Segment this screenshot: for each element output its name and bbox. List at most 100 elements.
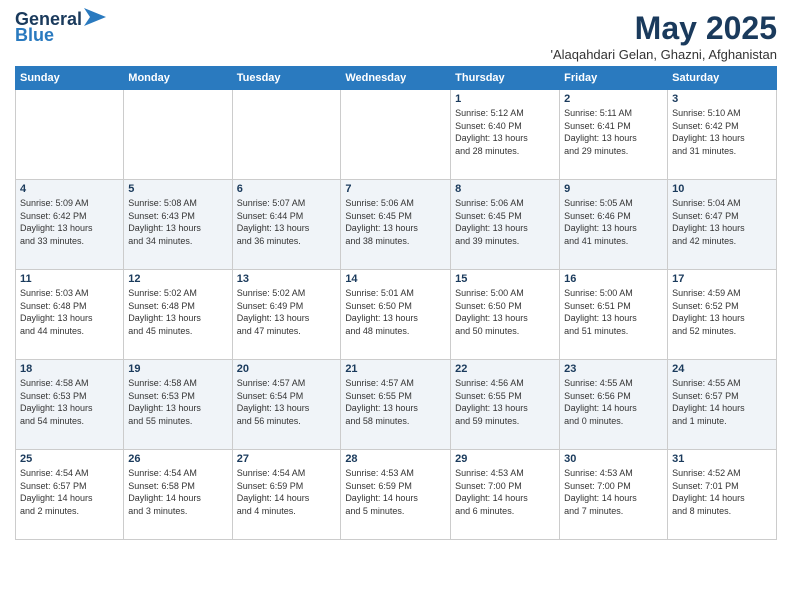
day-number: 23 bbox=[564, 363, 663, 375]
page-header: General Blue May 2025 'Alaqahdari Gelan,… bbox=[15, 10, 777, 62]
day-info: Sunrise: 5:02 AMSunset: 6:49 PMDaylight:… bbox=[237, 287, 337, 337]
day-info: Sunrise: 4:56 AMSunset: 6:55 PMDaylight:… bbox=[455, 377, 555, 427]
day-info: Sunrise: 4:54 AMSunset: 6:57 PMDaylight:… bbox=[20, 467, 119, 517]
day-info: Sunrise: 5:04 AMSunset: 6:47 PMDaylight:… bbox=[672, 197, 772, 247]
day-info: Sunrise: 5:03 AMSunset: 6:48 PMDaylight:… bbox=[20, 287, 119, 337]
day-cell: 8Sunrise: 5:06 AMSunset: 6:45 PMDaylight… bbox=[451, 180, 560, 270]
day-cell: 19Sunrise: 4:58 AMSunset: 6:53 PMDayligh… bbox=[124, 360, 232, 450]
day-number: 3 bbox=[672, 93, 772, 105]
day-cell: 31 Sunrise: 4:52 AMSunset: 7:01 PMDayligh… bbox=[668, 450, 777, 540]
weekday-header-row: SundayMondayTuesdayWednesdayThursdayFrid… bbox=[16, 67, 777, 90]
day-number: 28 bbox=[345, 453, 446, 465]
day-number: 11 bbox=[20, 273, 119, 285]
weekday-header-friday: Friday bbox=[560, 67, 668, 90]
day-number: 13 bbox=[237, 273, 337, 285]
day-number: 24 bbox=[672, 363, 772, 375]
day-number: 16 bbox=[564, 273, 663, 285]
day-cell: 15Sunrise: 5:00 AMSunset: 6:50 PMDayligh… bbox=[451, 270, 560, 360]
day-cell: 17Sunrise: 4:59 AMSunset: 6:52 PMDayligh… bbox=[668, 270, 777, 360]
day-info: Sunrise: 5:06 AMSunset: 6:45 PMDaylight:… bbox=[345, 197, 446, 247]
day-info: Sunrise: 5:07 AMSunset: 6:44 PMDaylight:… bbox=[237, 197, 337, 247]
day-cell: 21 Sunrise: 4:57 AMSunset: 6:55 PMDayligh… bbox=[341, 360, 451, 450]
day-cell: 16 Sunrise: 5:00 AMSunset: 6:51 PMDayligh… bbox=[560, 270, 668, 360]
day-info: Sunrise: 4:53 AMSunset: 6:59 PMDaylight:… bbox=[345, 467, 446, 517]
day-cell: 28 Sunrise: 4:53 AMSunset: 6:59 PMDayligh… bbox=[341, 450, 451, 540]
day-cell: 27 Sunrise: 4:54 AMSunset: 6:59 PMDayligh… bbox=[232, 450, 341, 540]
day-cell: 30 Sunrise: 4:53 AMSunset: 7:00 PMDayligh… bbox=[560, 450, 668, 540]
week-row-3: 11 Sunrise: 5:03 AMSunset: 6:48 PMDayligh… bbox=[16, 270, 777, 360]
weekday-header-monday: Monday bbox=[124, 67, 232, 90]
week-row-5: 25 Sunrise: 4:54 AMSunset: 6:57 PMDayligh… bbox=[16, 450, 777, 540]
location-subtitle: 'Alaqahdari Gelan, Ghazni, Afghanistan bbox=[550, 47, 777, 62]
day-cell bbox=[232, 90, 341, 180]
day-cell bbox=[16, 90, 124, 180]
week-row-4: 18Sunrise: 4:58 AMSunset: 6:53 PMDayligh… bbox=[16, 360, 777, 450]
day-cell: 2Sunrise: 5:11 AMSunset: 6:41 PMDaylight… bbox=[560, 90, 668, 180]
day-info: Sunrise: 5:05 AMSunset: 6:46 PMDaylight:… bbox=[564, 197, 663, 247]
day-info: Sunrise: 5:08 AMSunset: 6:43 PMDaylight:… bbox=[128, 197, 227, 247]
day-number: 22 bbox=[455, 363, 555, 375]
day-info: Sunrise: 5:01 AMSunset: 6:50 PMDaylight:… bbox=[345, 287, 446, 337]
day-cell: 5Sunrise: 5:08 AMSunset: 6:43 PMDaylight… bbox=[124, 180, 232, 270]
day-info: Sunrise: 5:11 AMSunset: 6:41 PMDaylight:… bbox=[564, 107, 663, 157]
day-info: Sunrise: 5:09 AMSunset: 6:42 PMDaylight:… bbox=[20, 197, 119, 247]
day-info: Sunrise: 4:54 AMSunset: 6:59 PMDaylight:… bbox=[237, 467, 337, 517]
day-number: 6 bbox=[237, 183, 337, 195]
weekday-header-tuesday: Tuesday bbox=[232, 67, 341, 90]
day-info: Sunrise: 4:53 AMSunset: 7:00 PMDaylight:… bbox=[564, 467, 663, 517]
day-cell: 4 Sunrise: 5:09 AMSunset: 6:42 PMDaylight… bbox=[16, 180, 124, 270]
day-number: 9 bbox=[564, 183, 663, 195]
day-number: 26 bbox=[128, 453, 227, 465]
day-cell: 26 Sunrise: 4:54 AMSunset: 6:58 PMDayligh… bbox=[124, 450, 232, 540]
day-number: 19 bbox=[128, 363, 227, 375]
day-number: 18 bbox=[20, 363, 119, 375]
week-row-1: 1 Sunrise: 5:12 AMSunset: 6:40 PMDaylight… bbox=[16, 90, 777, 180]
day-info: Sunrise: 5:06 AMSunset: 6:45 PMDaylight:… bbox=[455, 197, 555, 247]
day-number: 7 bbox=[345, 183, 446, 195]
day-number: 20 bbox=[237, 363, 337, 375]
day-number: 4 bbox=[20, 183, 119, 195]
day-cell: 10 Sunrise: 5:04 AMSunset: 6:47 PMDayligh… bbox=[668, 180, 777, 270]
day-cell: 3 Sunrise: 5:10 AMSunset: 6:42 PMDaylight… bbox=[668, 90, 777, 180]
day-cell: 29 Sunrise: 4:53 AMSunset: 7:00 PMDayligh… bbox=[451, 450, 560, 540]
day-number: 10 bbox=[672, 183, 772, 195]
day-number: 15 bbox=[455, 273, 555, 285]
day-info: Sunrise: 4:55 AMSunset: 6:57 PMDaylight:… bbox=[672, 377, 772, 427]
day-number: 31 bbox=[672, 453, 772, 465]
day-cell: 25 Sunrise: 4:54 AMSunset: 6:57 PMDayligh… bbox=[16, 450, 124, 540]
month-title: May 2025 bbox=[550, 10, 777, 47]
day-number: 12 bbox=[128, 273, 227, 285]
day-cell: 6 Sunrise: 5:07 AMSunset: 6:44 PMDaylight… bbox=[232, 180, 341, 270]
weekday-header-saturday: Saturday bbox=[668, 67, 777, 90]
day-cell bbox=[124, 90, 232, 180]
day-info: Sunrise: 4:52 AMSunset: 7:01 PMDaylight:… bbox=[672, 467, 772, 517]
day-cell bbox=[341, 90, 451, 180]
day-cell: 14Sunrise: 5:01 AMSunset: 6:50 PMDayligh… bbox=[341, 270, 451, 360]
logo: General Blue bbox=[15, 10, 106, 44]
day-cell: 23Sunrise: 4:55 AMSunset: 6:56 PMDayligh… bbox=[560, 360, 668, 450]
week-row-2: 4 Sunrise: 5:09 AMSunset: 6:42 PMDaylight… bbox=[16, 180, 777, 270]
day-cell: 9 Sunrise: 5:05 AMSunset: 6:46 PMDaylight… bbox=[560, 180, 668, 270]
day-info: Sunrise: 5:00 AMSunset: 6:51 PMDaylight:… bbox=[564, 287, 663, 337]
day-number: 21 bbox=[345, 363, 446, 375]
day-cell: 11 Sunrise: 5:03 AMSunset: 6:48 PMDayligh… bbox=[16, 270, 124, 360]
logo-blue-text: Blue bbox=[15, 26, 54, 44]
day-number: 27 bbox=[237, 453, 337, 465]
day-number: 25 bbox=[20, 453, 119, 465]
weekday-header-wednesday: Wednesday bbox=[341, 67, 451, 90]
weekday-header-sunday: Sunday bbox=[16, 67, 124, 90]
day-info: Sunrise: 4:57 AMSunset: 6:54 PMDaylight:… bbox=[237, 377, 337, 427]
day-cell: 22 Sunrise: 4:56 AMSunset: 6:55 PMDayligh… bbox=[451, 360, 560, 450]
logo-arrow-icon bbox=[84, 8, 106, 26]
day-info: Sunrise: 5:02 AMSunset: 6:48 PMDaylight:… bbox=[128, 287, 227, 337]
day-number: 30 bbox=[564, 453, 663, 465]
day-info: Sunrise: 5:10 AMSunset: 6:42 PMDaylight:… bbox=[672, 107, 772, 157]
day-info: Sunrise: 4:53 AMSunset: 7:00 PMDaylight:… bbox=[455, 467, 555, 517]
day-number: 29 bbox=[455, 453, 555, 465]
day-info: Sunrise: 5:12 AMSunset: 6:40 PMDaylight:… bbox=[455, 107, 555, 157]
title-block: May 2025 'Alaqahdari Gelan, Ghazni, Afgh… bbox=[550, 10, 777, 62]
day-info: Sunrise: 4:57 AMSunset: 6:55 PMDaylight:… bbox=[345, 377, 446, 427]
day-cell: 12 Sunrise: 5:02 AMSunset: 6:48 PMDayligh… bbox=[124, 270, 232, 360]
day-number: 1 bbox=[455, 93, 555, 105]
day-info: Sunrise: 4:54 AMSunset: 6:58 PMDaylight:… bbox=[128, 467, 227, 517]
